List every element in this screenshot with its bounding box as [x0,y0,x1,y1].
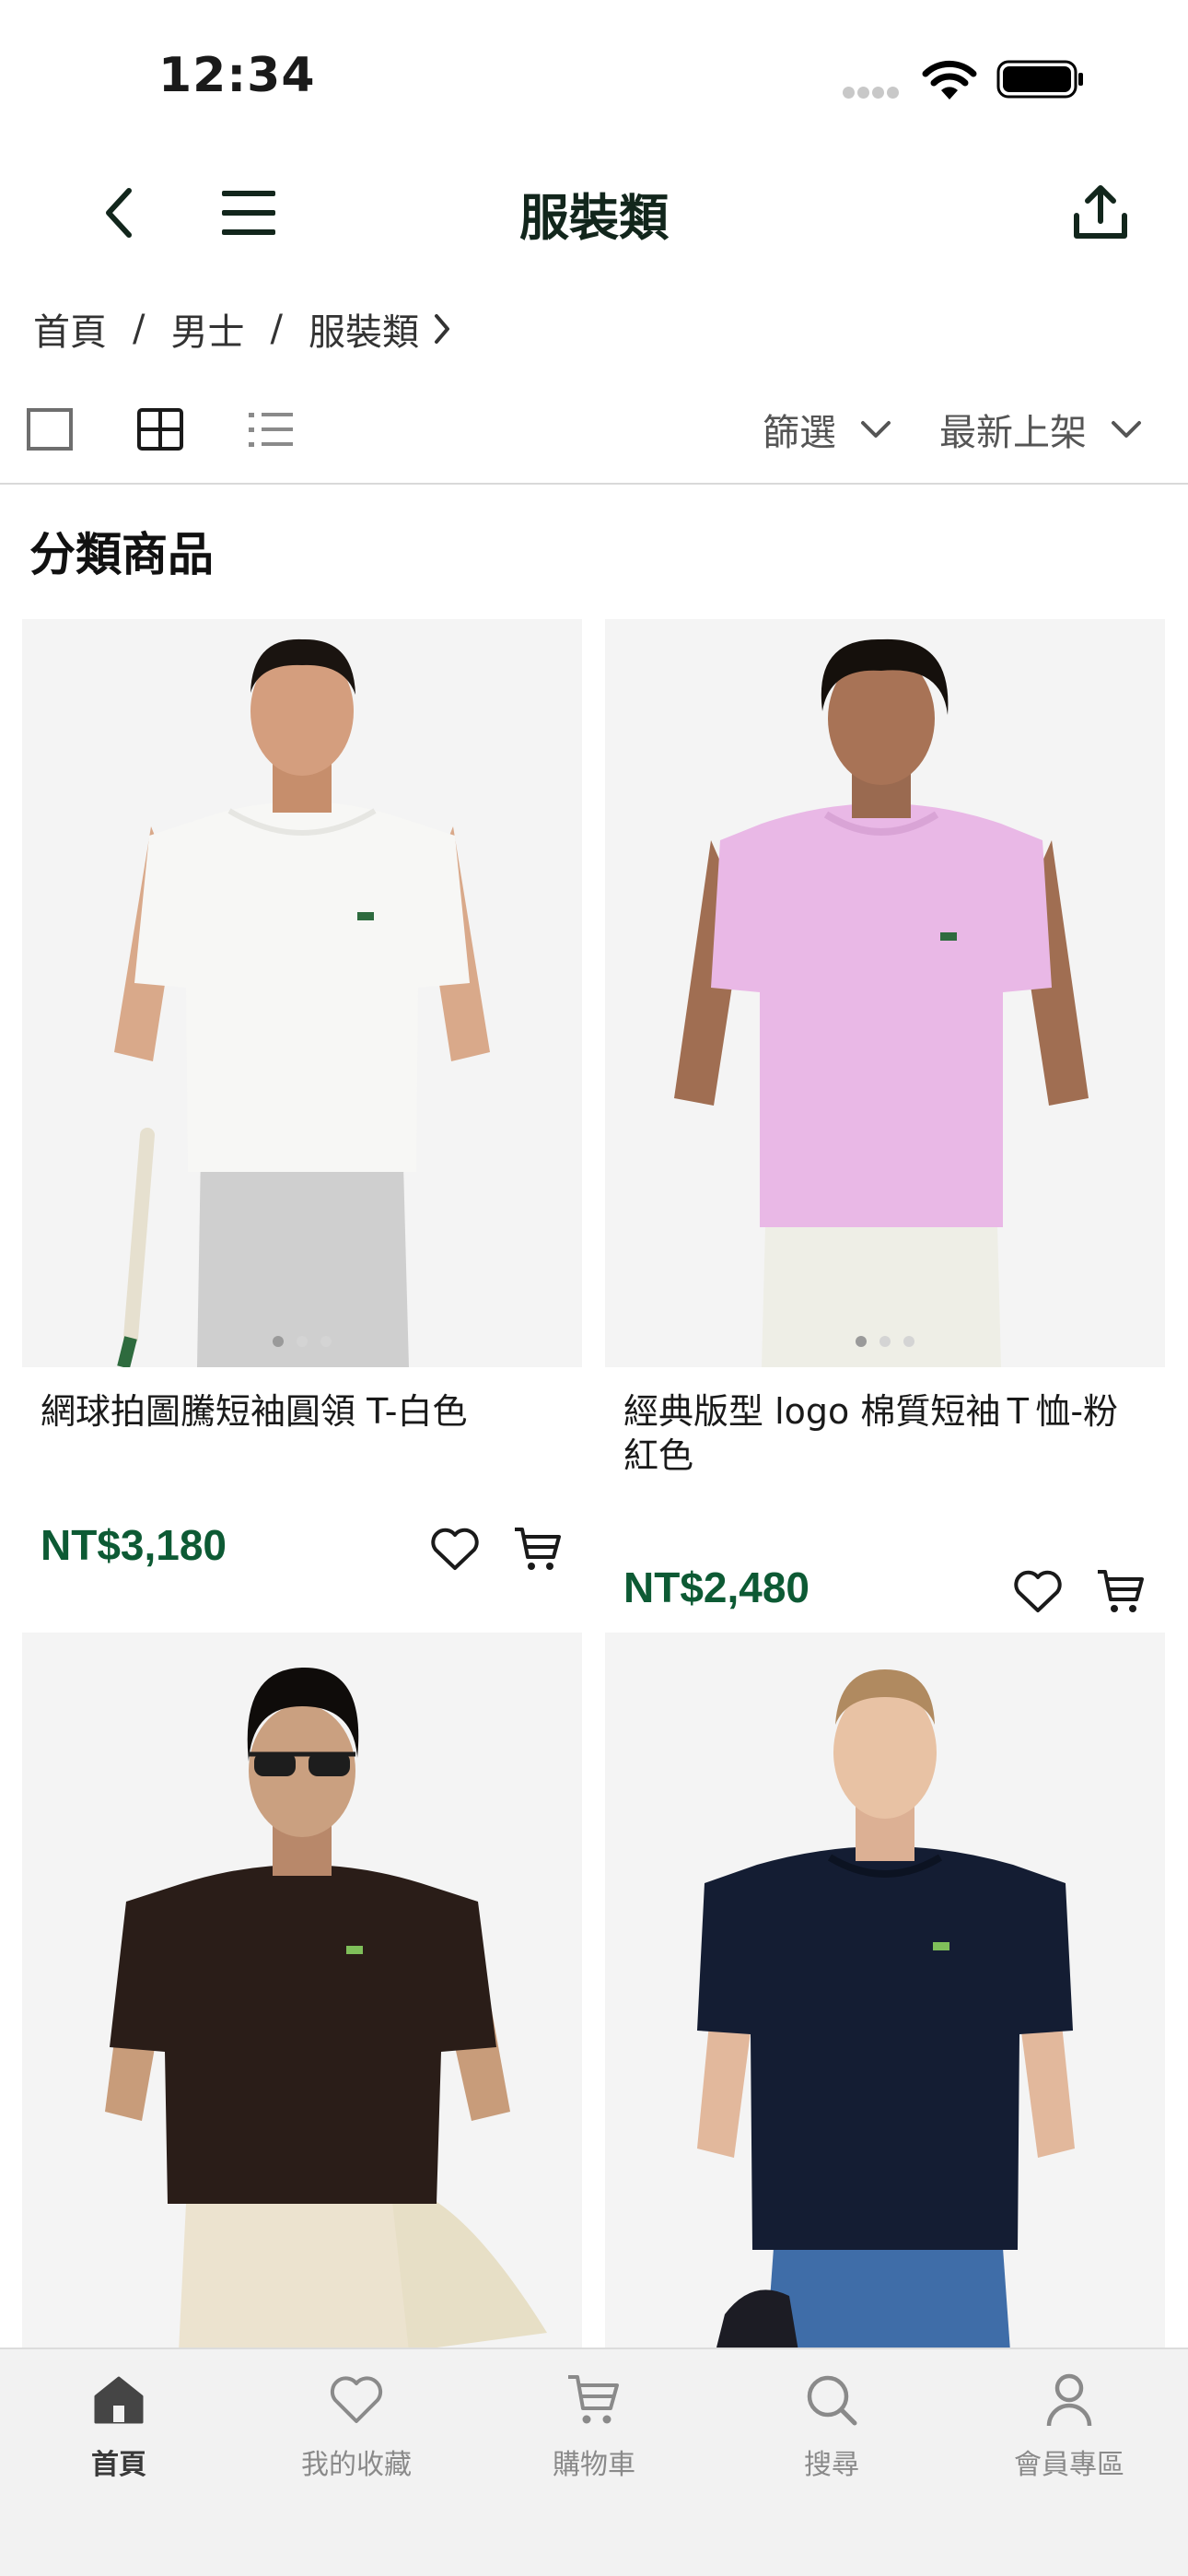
share-icon [1074,185,1127,239]
bottom-tab-bar: 首頁 我的收藏 購物車 搜尋 會員專區 [0,2348,1188,2576]
image-carousel-dots[interactable] [22,1336,582,1347]
tab-label: 搜尋 [804,2449,859,2481]
page-title: 服裝類 [519,189,669,247]
wifi-icon [922,60,977,100]
heart-icon [431,1528,479,1570]
sort-dropdown[interactable]: 最新上架 [939,402,1142,457]
product-name[interactable]: 經典版型 logo 棉質短袖Ｔ恤-粉紅色 [623,1389,1139,1478]
share-button[interactable] [1068,175,1133,249]
product-image[interactable] [605,1633,1165,2351]
wishlist-button[interactable] [427,1522,483,1577]
breadcrumb-men[interactable]: 男士 [170,302,244,356]
product-price: NT$3,180 [41,1521,227,1569]
single-view-button[interactable] [22,402,77,457]
list-view-icon [249,413,293,447]
heart-icon [1014,1570,1062,1612]
image-carousel-dots[interactable] [605,1336,1165,1347]
tab-search[interactable]: 搜尋 [713,2368,950,2506]
tab-label: 會員專區 [1014,2449,1124,2481]
user-icon [1037,2368,1101,2432]
tab-label: 購物車 [553,2449,635,2481]
single-view-icon [27,408,73,451]
breadcrumb-home[interactable]: 首頁 [33,302,107,356]
cart-icon [515,1528,561,1570]
menu-button[interactable] [217,181,280,245]
breadcrumb-apparel[interactable]: 服裝類 [309,302,419,356]
breadcrumb: 首頁 / 男士 / 服裝類 [33,299,452,358]
filter-dropdown[interactable]: 篩選 [763,402,891,457]
product-image[interactable] [605,619,1165,1367]
cart-icon [1098,1570,1144,1612]
model-photo [105,1667,547,2351]
sort-label: 最新上架 [939,412,1087,454]
product-image[interactable] [22,619,582,1367]
product-price: NT$2,480 [623,1563,810,1611]
filter-label: 篩選 [763,412,836,454]
back-button[interactable] [92,181,147,245]
tab-favorites[interactable]: 我的收藏 [238,2368,475,2506]
home-icon [87,2368,151,2432]
search-icon [799,2368,864,2432]
app-screen: 12:34 服裝類 首頁 / 男士 / 服裝類 篩選 最新上架 分類商品 網球拍… [0,0,1188,2576]
breadcrumb-separator: / [133,308,146,350]
section-title: 分類商品 [29,528,214,581]
tab-label: 首頁 [91,2449,146,2481]
list-view-button[interactable] [243,402,298,457]
tab-label: 我的收藏 [301,2449,412,2481]
heart-icon [324,2368,389,2432]
tab-member[interactable]: 會員專區 [950,2368,1188,2506]
cellular-signal-icon [843,85,905,99]
chevron-left-icon [106,188,132,238]
product-card[interactable] [605,1633,1165,2351]
product-name[interactable]: 網球拍圖騰短袖圓領 T-白色 [41,1389,556,1434]
listing-toolbar: 篩選 最新上架 [0,396,1188,485]
add-to-cart-button[interactable] [510,1522,565,1577]
product-image[interactable] [22,1633,582,2351]
navigation-bar: 服裝類 [0,157,1188,267]
chevron-down-icon [860,419,891,439]
grid-view-icon [137,408,183,451]
product-card[interactable]: 經典版型 logo 棉質短袖Ｔ恤-粉紅色 NT$2,480 [605,619,1165,1633]
chevron-down-icon [1111,419,1142,439]
wishlist-button[interactable] [1010,1564,1066,1620]
product-card[interactable]: 網球拍圖騰短袖圓領 T-白色 NT$3,180 [22,619,582,1623]
chevron-right-icon[interactable] [432,312,452,345]
model-photo [697,1669,1075,2351]
cart-icon [562,2368,626,2432]
grid-view-button[interactable] [133,402,188,457]
model-photo [674,638,1089,1367]
add-to-cart-button[interactable] [1093,1564,1148,1620]
battery-icon [996,60,1083,99]
hamburger-icon [222,191,275,235]
breadcrumb-separator: / [270,308,283,350]
status-bar: 12:34 [0,0,1188,147]
tab-cart[interactable]: 購物車 [475,2368,713,2506]
product-card[interactable] [22,1633,582,2351]
model-photo [114,638,490,1367]
status-time: 12:34 [158,48,316,103]
tab-home[interactable]: 首頁 [0,2368,238,2506]
